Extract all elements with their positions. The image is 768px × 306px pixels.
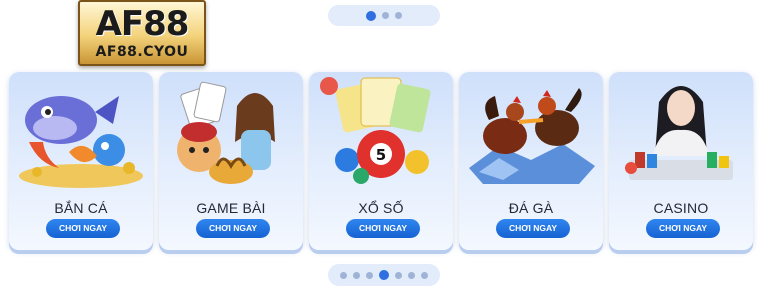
rooster-icon: [469, 88, 595, 184]
play-now-button[interactable]: CHƠI NGAY: [646, 219, 720, 238]
carousel-dot[interactable]: [379, 270, 389, 280]
play-now-button[interactable]: CHƠI NGAY: [196, 219, 270, 238]
game-card-da-ga[interactable]: ĐÁ GÀ CHƠI NGAY: [459, 72, 603, 250]
fish-shooting-icon: [19, 96, 143, 188]
svg-text:5: 5: [376, 146, 386, 164]
card-title: ĐÁ GÀ: [508, 200, 554, 216]
game-card-ban-ca[interactable]: BẮN CÁ CHƠI NGAY: [9, 72, 153, 250]
card-game-icon: [177, 81, 275, 184]
card-title: BẮN CÁ: [54, 200, 108, 216]
game-card-casino[interactable]: CASINO CHƠI NGAY: [609, 72, 753, 250]
game-card-game-bai[interactable]: GAME BÀI CHƠI NGAY: [159, 72, 303, 250]
card-title: CASINO: [653, 200, 709, 216]
carousel-dot[interactable]: [395, 271, 402, 279]
game-card-xo-so[interactable]: 5 XỔ SỐ CHƠI NGAY: [309, 72, 453, 250]
carousel-dot[interactable]: [421, 271, 428, 279]
play-now-button[interactable]: CHƠI NGAY: [46, 219, 120, 238]
carousel-dot[interactable]: [366, 10, 376, 21]
carousel-pagination-bottom: [328, 264, 440, 286]
carousel-dot[interactable]: [353, 271, 360, 279]
carousel-dot[interactable]: [382, 12, 389, 19]
site-logo[interactable]: AF88 AF88.CYOU: [78, 0, 206, 66]
carousel-dot[interactable]: [366, 271, 373, 279]
play-now-button[interactable]: CHƠI NGAY: [346, 219, 420, 238]
card-title: XỔ SỐ: [358, 200, 404, 216]
carousel-dot[interactable]: [340, 271, 347, 279]
play-now-button[interactable]: CHƠI NGAY: [496, 219, 570, 238]
card-title: GAME BÀI: [196, 200, 266, 216]
logo-main-text: AF88: [95, 4, 190, 44]
lottery-ball-icon: 5: [320, 77, 431, 184]
carousel-dot[interactable]: [408, 271, 415, 279]
logo-domain-text: AF88.CYOU: [95, 44, 189, 60]
carousel-dot[interactable]: [395, 12, 402, 19]
carousel-pagination-top: [328, 5, 440, 26]
casino-dealer-icon: [625, 86, 733, 180]
